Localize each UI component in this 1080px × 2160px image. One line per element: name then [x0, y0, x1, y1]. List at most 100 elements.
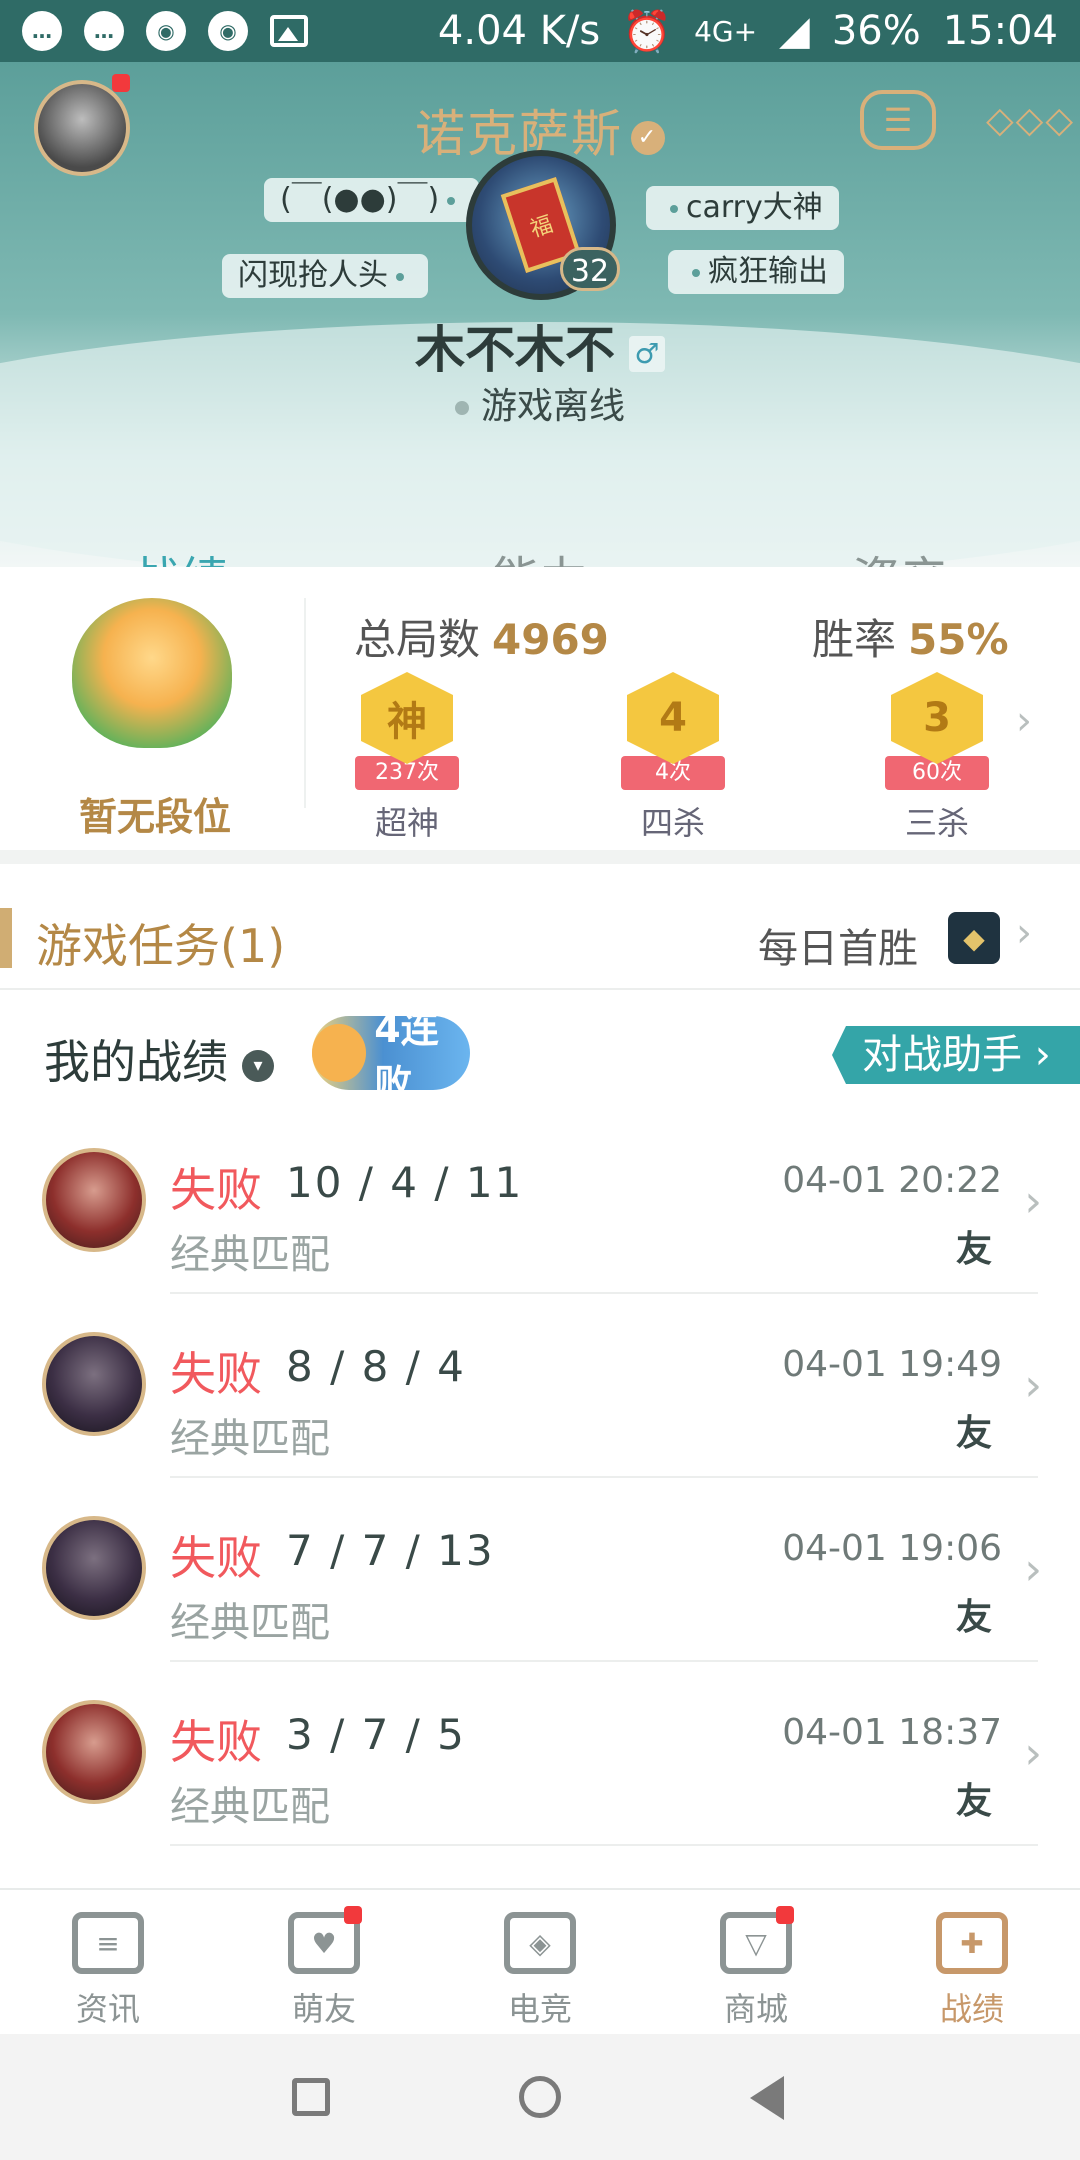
- notification-dot: [112, 74, 130, 92]
- signal-icon: ◢: [779, 8, 810, 54]
- nav-label: 战绩: [939, 1990, 1004, 2028]
- match-kda: 8 / 8 / 4: [286, 1342, 466, 1391]
- losing-streak-badge: 4连败: [312, 1007, 470, 1106]
- nav-label: 电竞: [507, 1990, 572, 2028]
- hero-avatar: [42, 1516, 146, 1620]
- nav-friends[interactable]: ♥ 萌友: [216, 1890, 432, 2034]
- streak-cat-icon: [312, 1024, 367, 1082]
- player-tag: 闪现抢人头: [222, 254, 428, 298]
- status-bar: … … ◉ ◉ 4.04 K/s ⏰ 4G+ ◢ 36% 15:04: [0, 0, 1080, 62]
- network-speed: 4.04 K/s: [437, 8, 601, 54]
- nav-news[interactable]: ≡ 资讯: [0, 1890, 216, 2034]
- rank-label: 暂无段位: [78, 795, 231, 839]
- match-result: 失败: [170, 1531, 262, 1585]
- player-tag: carry大神: [646, 186, 839, 230]
- match-time: 04-01 19:49: [782, 1344, 1002, 1385]
- wechat-icon: ◉: [146, 11, 186, 51]
- tab-ability[interactable]: 能力: [360, 540, 720, 567]
- achievement-label: 四杀: [640, 804, 705, 842]
- clock: 15:04: [942, 8, 1058, 54]
- match-kda: 7 / 7 / 13: [286, 1526, 495, 1575]
- achievement-label: 三杀: [904, 804, 969, 842]
- match-row[interactable]: 失败 7 / 7 / 13 经典匹配 04-01 19:06 友 ›: [0, 1478, 1080, 1662]
- more-options-icon[interactable]: ◇◇◇: [986, 100, 1075, 141]
- match-kda: 3 / 7 / 5: [286, 1710, 466, 1759]
- player-name: 木不木不 ♂: [0, 310, 1080, 382]
- bottom-nav: ≡ 资讯 ♥ 萌友 ◈ 电竞 ▽ 商城 ✚ 战绩: [0, 1888, 1080, 2034]
- friend-icon: 友: [955, 1229, 992, 1270]
- match-kda: 10 / 4 / 11: [286, 1158, 524, 1207]
- match-mode: 经典匹配: [170, 1784, 330, 1830]
- daily-win-label: 每日首胜: [758, 926, 918, 972]
- triple-kill-badge-icon: 3: [891, 672, 983, 764]
- esports-icon: ◈: [504, 1912, 576, 1974]
- tag-text: carry大神: [686, 190, 823, 225]
- profile-header: 诺克萨斯 ✓ ☰ ◇◇◇ (￣(●●)￣) carry大神 闪现抢人头 疯狂输出 …: [0, 62, 1080, 567]
- win-rate-label: 胜率: [812, 615, 897, 664]
- server-dropdown-icon[interactable]: ✓: [631, 120, 665, 155]
- records-icon: ✚: [936, 1912, 1008, 1974]
- match-result: 失败: [170, 1347, 262, 1401]
- tag-text: 疯狂输出: [708, 254, 828, 289]
- nav-label: 资讯: [75, 1990, 140, 2028]
- achievement-triple-kill[interactable]: 3 60次 三杀: [862, 672, 1012, 842]
- match-row[interactable]: 失败 8 / 8 / 4 经典匹配 04-01 19:49 友 ›: [0, 1294, 1080, 1478]
- row-divider: [170, 1844, 1038, 1846]
- news-icon: ≡: [72, 1912, 144, 1974]
- profile-tabs: 战绩 能力 资产: [0, 540, 1080, 567]
- home-icon[interactable]: [519, 2076, 561, 2118]
- match-row[interactable]: 失败 3 / 7 / 5 经典匹配 04-01 18:37 友 ›: [0, 1662, 1080, 1846]
- network-type: 4G+: [694, 14, 758, 48]
- quadra-kill-badge-icon: 4: [627, 672, 719, 764]
- achievement-label: 超神: [374, 804, 439, 842]
- achievement-quadra-kill[interactable]: 4 4次 四杀: [598, 672, 748, 842]
- hero-avatar: [42, 1332, 146, 1436]
- tab-records[interactable]: 战绩: [0, 540, 360, 567]
- nav-esports[interactable]: ◈ 电竞: [432, 1890, 648, 2034]
- hero-avatar: [42, 1148, 146, 1252]
- tasks-title: 游戏任务(1): [36, 919, 286, 973]
- wechat-icon: ◉: [208, 11, 248, 51]
- chat-icon: ☰: [883, 101, 913, 139]
- nav-label: 萌友: [291, 1990, 356, 2028]
- male-icon: ♂: [629, 335, 665, 372]
- nav-label: 商城: [723, 1990, 788, 2028]
- match-row[interactable]: 失败 10 / 4 / 11 经典匹配 04-01 20:22 友 ›: [0, 1110, 1080, 1294]
- nav-records[interactable]: ✚ 战绩: [864, 1890, 1080, 2034]
- match-time: 04-01 19:06: [782, 1528, 1002, 1569]
- tag-text: 闪现抢人头: [238, 258, 388, 293]
- player-tag: 疯狂输出: [668, 250, 844, 294]
- tab-assets[interactable]: 资产: [720, 540, 1080, 567]
- chevron-right-icon[interactable]: ›: [1016, 910, 1032, 956]
- game-tasks-row[interactable]: 游戏任务(1) 每日首胜 ◆ ›: [0, 886, 1080, 990]
- tag-dot: [396, 272, 404, 281]
- back-icon[interactable]: [750, 2076, 784, 2120]
- match-mode: 经典匹配: [170, 1232, 330, 1278]
- match-time: 04-01 18:37: [782, 1712, 1002, 1753]
- tag-text: (￣(●●)￣): [280, 182, 440, 217]
- section-accent-bar: [0, 908, 12, 968]
- chevron-right-icon[interactable]: ›: [1016, 698, 1032, 744]
- my-records-title[interactable]: 我的战绩 ▾: [44, 1026, 274, 1092]
- achievement-legendary[interactable]: 神 237次 超神: [332, 672, 482, 842]
- status-text: 游戏离线: [480, 386, 625, 427]
- total-games-label: 总局数: [354, 615, 481, 664]
- image-icon: [270, 15, 308, 47]
- daily-win-icon: ◆: [948, 912, 1000, 964]
- match-result: 失败: [170, 1163, 262, 1217]
- battle-assistant-button[interactable]: 对战助手 ›: [832, 1026, 1080, 1084]
- recents-icon[interactable]: [292, 2078, 330, 2116]
- tag-dot: [447, 196, 456, 205]
- chat-button[interactable]: ☰: [860, 90, 936, 150]
- dropdown-icon[interactable]: ▾: [242, 1049, 274, 1082]
- tag-dot: [670, 204, 678, 213]
- level-badge: 32: [560, 247, 620, 291]
- friend-icon: 友: [955, 1413, 992, 1454]
- nav-shop[interactable]: ▽ 商城: [648, 1890, 864, 2034]
- tag-dot: [692, 268, 700, 277]
- match-mode: 经典匹配: [170, 1416, 330, 1462]
- friend-icon: 友: [955, 1597, 992, 1638]
- streak-text: 4连败: [374, 1007, 439, 1106]
- notification-dot: [344, 1906, 362, 1924]
- alarm-icon: ⏰: [622, 8, 673, 55]
